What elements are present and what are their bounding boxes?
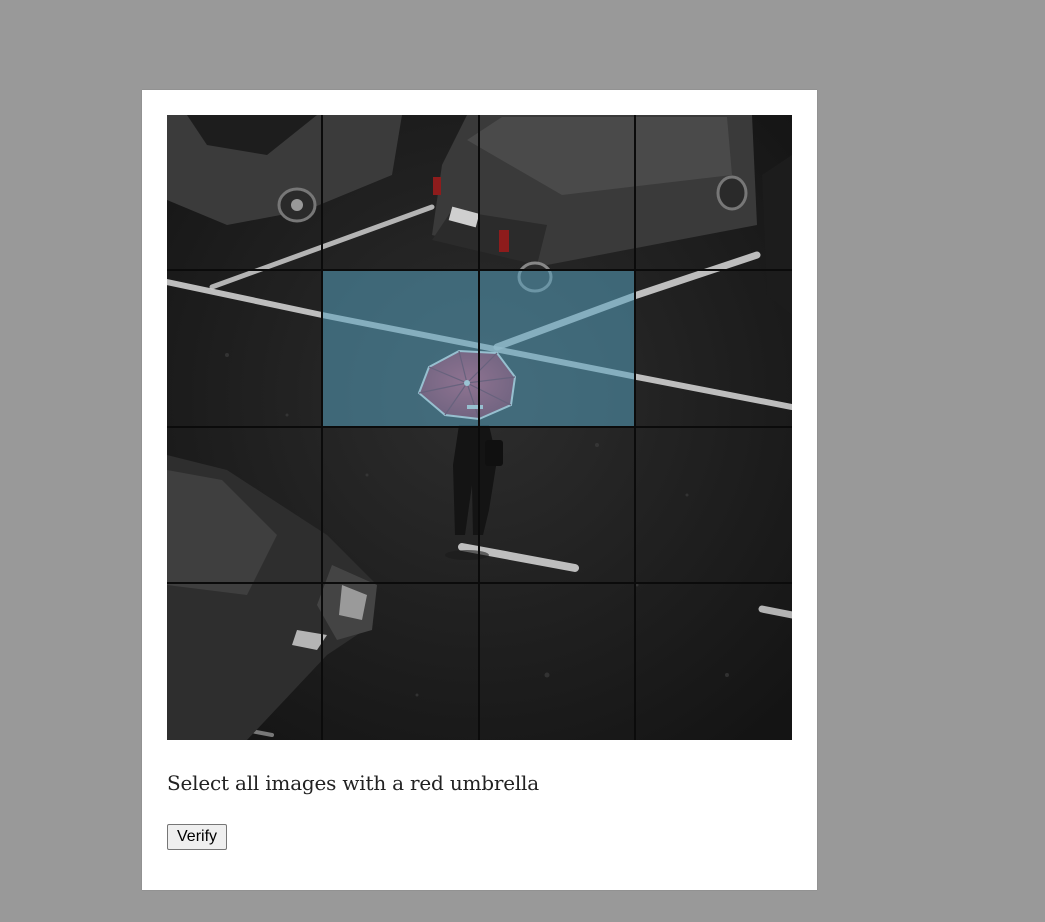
captcha-image-grid bbox=[167, 115, 792, 740]
grid-tile-r1-c4[interactable] bbox=[635, 115, 792, 272]
grid-tile-r3-c4[interactable] bbox=[635, 428, 792, 584]
grid-tile-r2-c1[interactable] bbox=[167, 271, 324, 428]
grid-tile-r3-c1[interactable] bbox=[167, 427, 324, 584]
tile-grid bbox=[167, 115, 792, 740]
grid-tile-r3-c2[interactable] bbox=[323, 427, 480, 584]
grid-tile-r4-c4[interactable] bbox=[636, 584, 792, 740]
grid-tile-r4-c2[interactable] bbox=[323, 583, 480, 740]
captcha-card: Select all images with a red umbrella Ve… bbox=[142, 90, 817, 890]
grid-tile-r1-c3[interactable] bbox=[479, 115, 636, 272]
verify-button[interactable]: Verify bbox=[167, 824, 228, 850]
grid-tile-r1-c1[interactable] bbox=[167, 115, 324, 272]
grid-tile-r3-c3[interactable] bbox=[479, 427, 636, 584]
grid-tile-r2-c4[interactable] bbox=[635, 271, 792, 428]
grid-tile-r2-c3[interactable] bbox=[479, 271, 636, 428]
captcha-prompt: Select all images with a red umbrella bbox=[167, 771, 539, 795]
grid-tile-r1-c2[interactable] bbox=[323, 115, 480, 272]
grid-tile-r4-c3[interactable] bbox=[480, 583, 636, 740]
grid-tile-r4-c1[interactable] bbox=[167, 583, 324, 740]
grid-tile-r2-c2[interactable] bbox=[323, 271, 480, 428]
